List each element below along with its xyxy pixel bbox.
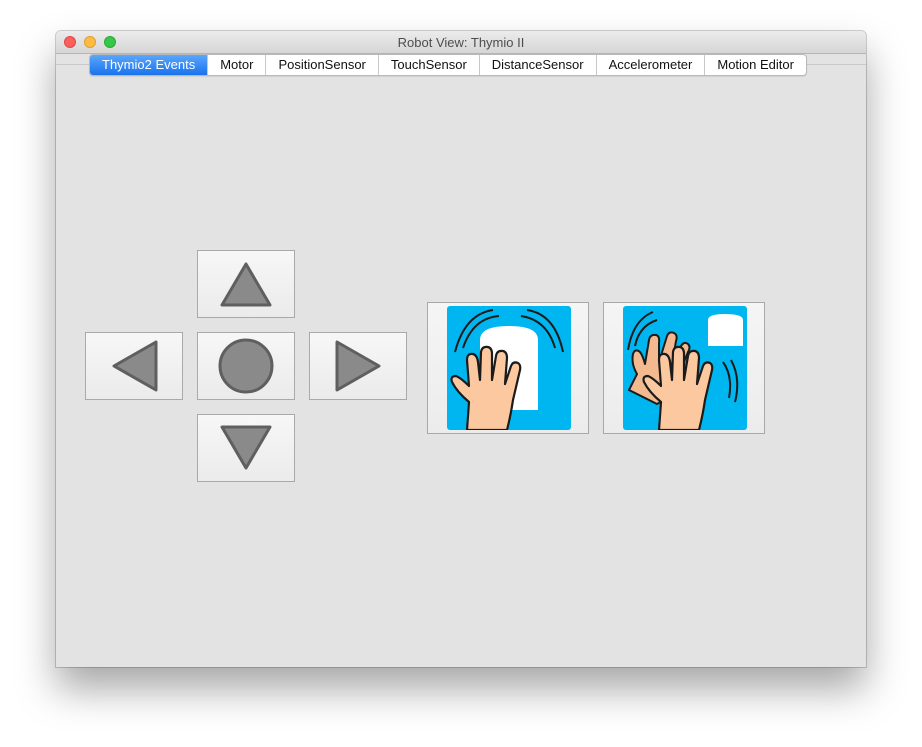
triangle-down-icon <box>220 425 272 470</box>
right-button[interactable] <box>309 332 407 400</box>
robot-view-window: Robot View: Thymio II Thymio2 Events Mot… <box>56 31 866 667</box>
tab-distance-sensor[interactable]: DistanceSensor <box>478 55 596 75</box>
tab-thymio2-events[interactable]: Thymio2 Events <box>90 55 208 75</box>
title-bar[interactable]: Robot View: Thymio II <box>56 31 866 54</box>
tab-bar: Thymio2 Events Motor PositionSensor Touc… <box>89 54 807 76</box>
triangle-left-icon <box>112 340 158 392</box>
stop-button[interactable] <box>197 332 295 400</box>
tap-event-button[interactable] <box>427 302 589 434</box>
tab-motor[interactable]: Motor <box>207 55 265 75</box>
forward-button[interactable] <box>197 250 295 318</box>
shake-event-button[interactable] <box>603 302 765 434</box>
circle-icon <box>218 338 274 394</box>
left-button[interactable] <box>85 332 183 400</box>
window-title: Robot View: Thymio II <box>397 35 525 50</box>
shake-hands-icon <box>623 306 747 430</box>
tab-touch-sensor[interactable]: TouchSensor <box>377 55 479 75</box>
tab-position-sensor[interactable]: PositionSensor <box>265 55 377 75</box>
tab-accelerometer[interactable]: Accelerometer <box>595 55 705 75</box>
backward-button[interactable] <box>197 414 295 482</box>
triangle-up-icon <box>220 262 272 307</box>
tap-hand-icon <box>447 306 571 430</box>
triangle-right-icon <box>335 340 381 392</box>
tab-motion-editor[interactable]: Motion Editor <box>704 55 806 75</box>
